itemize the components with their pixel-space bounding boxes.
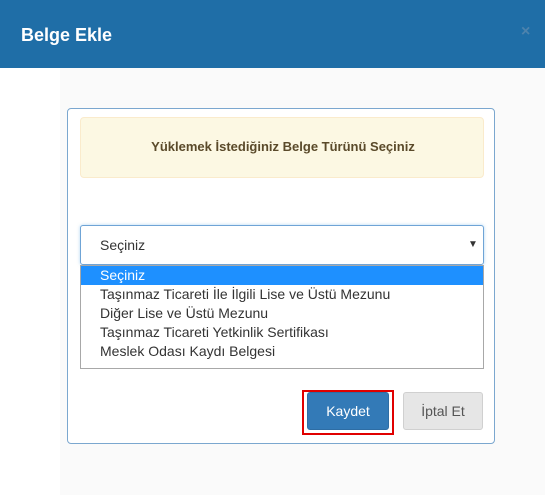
dropdown-option[interactable]: Seçiniz	[81, 266, 483, 285]
select-value: Seçiniz	[100, 237, 146, 253]
dropdown-option[interactable]: Meslek Odası Kaydı Belgesi	[81, 342, 483, 361]
chevron-down-icon: ▼	[468, 239, 478, 250]
dropdown-option[interactable]: Taşınmaz Ticareti Yetkinlik Sertifikası	[81, 323, 483, 342]
instruction-alert: Yüklemek İstediğiniz Belge Türünü Seçini…	[80, 117, 484, 178]
document-type-dropdown: Seçiniz Taşınmaz Ticareti İle İlgili Lis…	[80, 265, 484, 369]
modal-header: Belge Ekle ×	[0, 0, 545, 68]
modal-title: Belge Ekle	[21, 25, 113, 45]
save-button[interactable]: Kaydet	[307, 392, 389, 430]
dropdown-option[interactable]: Taşınmaz Ticareti İle İlgili Lise ve Üst…	[81, 285, 483, 304]
document-add-modal: Belge Ekle × Yüklemek İstediğiniz Belge …	[0, 0, 545, 495]
instruction-text: Yüklemek İstediğiniz Belge Türünü Seçini…	[151, 139, 415, 154]
document-type-select[interactable]: Seçiniz ▼	[80, 225, 484, 265]
cancel-button[interactable]: İptal Et	[403, 392, 483, 430]
dropdown-option[interactable]: Diğer Lise ve Üstü Mezunu	[81, 304, 483, 323]
close-icon[interactable]: ×	[521, 23, 530, 41]
